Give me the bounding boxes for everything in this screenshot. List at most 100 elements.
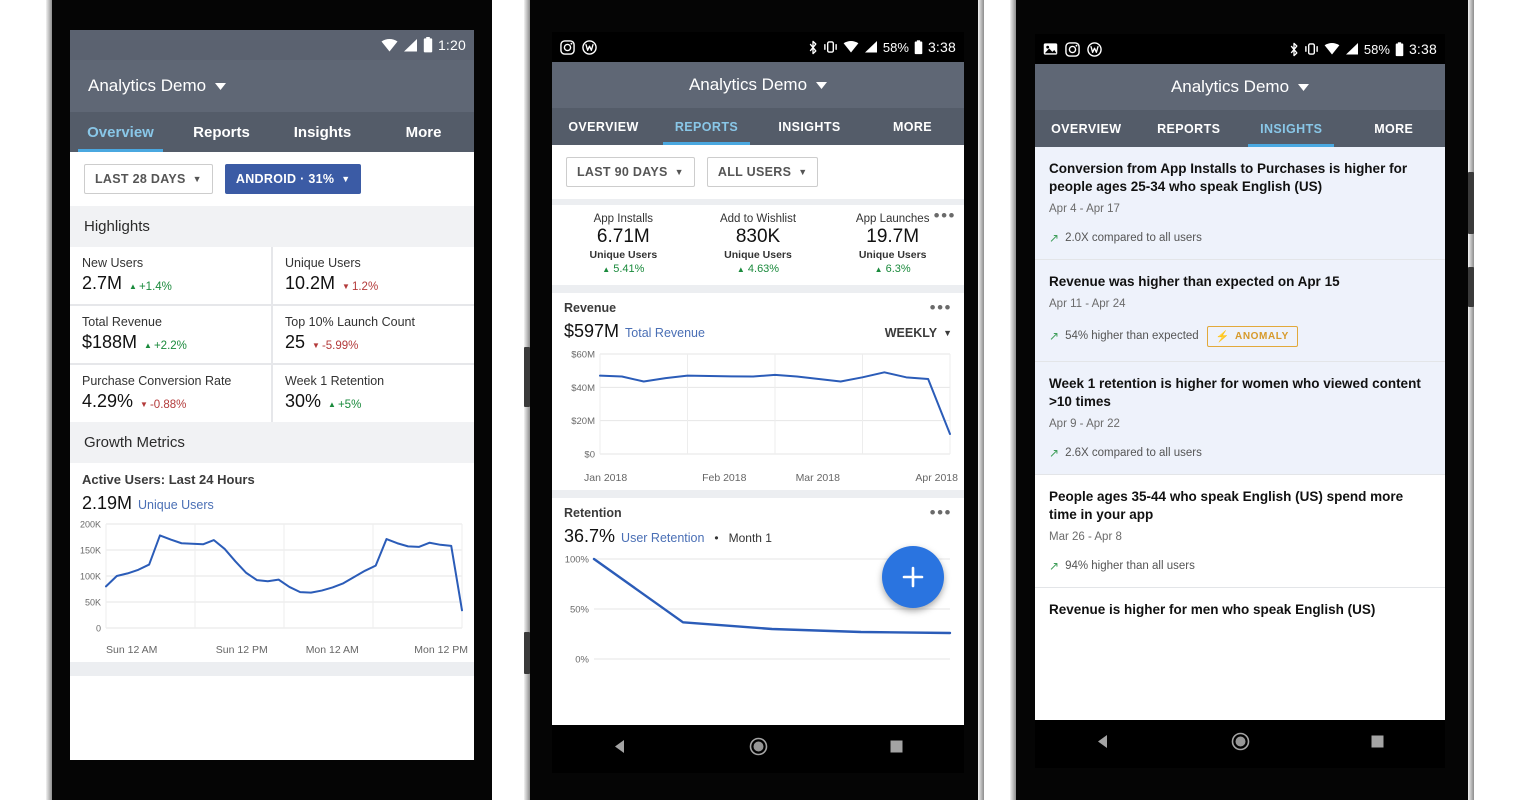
arrow-up-right-icon: ↗ [1049,230,1060,245]
revenue-period-selector[interactable]: WEEKLY ▼ [885,326,952,340]
recents-icon[interactable] [889,739,904,759]
tab-insights[interactable]: Insights [272,112,373,152]
highlight-label: Week 1 Retention [285,374,385,388]
phone3-left-rail [1010,0,1016,800]
active-users-x-axis: Sun 12 AM Sun 12 PM Mon 12 AM Mon 12 PM [70,643,474,662]
retention-overflow-menu[interactable]: ••• [930,504,952,521]
tab-more-label: MORE [1374,121,1414,136]
recents-icon[interactable] [1370,734,1385,754]
highlight-card[interactable]: Unique Users 10.2M ▼ 1.2% [273,247,474,304]
insight-card[interactable]: Conversion from App Installs to Purchase… [1035,147,1445,259]
tab-insights-label: Insights [293,123,352,141]
phone1-bottom-divider [70,662,474,676]
highlight-label: Total Revenue [82,315,162,329]
tab-overview-label: OVERVIEW [568,119,639,134]
highlight-value: $188M [82,332,138,352]
svg-text:$60M: $60M [571,350,595,361]
date-range-filter[interactable]: LAST 90 DAYS ▼ [566,157,695,187]
tab-overview[interactable]: OVERVIEW [1035,110,1138,147]
phone3-app-title: Analytics Demo [1170,77,1290,96]
chevron-down-icon[interactable] [816,76,828,94]
highlight-card[interactable]: New Users 2.7M ▲ +1.4% [70,247,271,304]
highlight-label: New Users [82,256,144,270]
tab-reports[interactable]: REPORTS [1138,110,1241,147]
revenue-value: $597M [564,321,620,341]
volume-button[interactable] [524,347,530,407]
instagram-icon [560,39,575,55]
trend-up-icon: ▲ [736,265,745,274]
tab-overview[interactable]: Overview [70,112,171,152]
x-tick: Sun 12 AM [106,644,158,656]
tab-insights-label: INSIGHTS [1260,121,1323,136]
highlights-grid: New Users 2.7M ▲ +1.4% Unique Users 10.2M… [70,247,474,422]
audience-label: ALL USERS [717,165,792,179]
audience-filter[interactable]: ALL USERS ▼ [706,157,819,187]
trend-up-icon: ▲ [129,282,137,291]
metric-sublabel: Unique Users [589,249,658,261]
phone2-tab-bar: OVERVIEW REPORTS INSIGHTS MORE [552,108,964,145]
platform-filter[interactable]: ANDROID · 31% ▼ [224,164,362,194]
highlight-card[interactable]: Purchase Conversion Rate 4.29% ▼ -0.88% [70,365,271,422]
phone2-app-title: Analytics Demo [688,75,808,94]
revenue-overflow-menu[interactable]: ••• [930,299,952,316]
signal-icon [1345,43,1358,55]
metric-sublabel: Unique Users [724,249,792,261]
home-icon[interactable] [749,737,768,761]
instagram-icon [1065,41,1080,57]
tab-more[interactable]: MORE [1343,110,1446,147]
svg-text:100K: 100K [80,572,101,582]
wifi-icon [1324,43,1340,55]
x-tick: Jan 2018 [584,472,628,484]
arrow-up-right-icon: ↗ [1049,329,1060,344]
insight-title: People ages 35-44 who speak English (US)… [1049,488,1404,522]
tab-insights[interactable]: INSIGHTS [1240,110,1343,147]
back-icon[interactable] [612,738,629,760]
chevron-down-icon[interactable] [1298,78,1310,96]
platform-label: ANDROID · 31% [235,172,335,186]
phone-device-1: 1:20 Analytics Demo Overview Reports Ins… [46,0,492,800]
x-tick: Mon 12 PM [414,644,468,656]
highlight-card[interactable]: Week 1 Retention 30% ▲ +5% [273,365,474,422]
add-button[interactable] [882,546,944,608]
date-range-label: LAST 28 DAYS [95,172,186,186]
tab-reports[interactable]: REPORTS [655,108,758,145]
active-users-title: Active Users: Last 24 Hours [82,472,255,487]
phone1-screen: 1:20 Analytics Demo Overview Reports Ins… [70,30,474,760]
metric-card[interactable]: Add to Wishlist 830K Unique Users ▲ 4.63… [691,213,826,275]
back-icon[interactable] [1095,733,1112,755]
x-tick: Feb 2018 [702,472,747,484]
status-badge: ⚡ ANOMALY [1206,325,1298,347]
tab-more[interactable]: MORE [861,108,964,145]
screenshot-stage: 1:20 Analytics Demo Overview Reports Ins… [0,0,1520,800]
metric-card[interactable]: App Installs 6.71M Unique Users ▲ 5.41% [556,213,691,275]
metric-delta: ▲ 4.63% [736,263,780,275]
revenue-card-title: Revenue [564,301,617,315]
insight-card[interactable]: Revenue is higher for men who speak Engl… [1035,587,1445,641]
chevron-down-icon[interactable] [215,77,227,95]
power-button[interactable] [524,632,530,674]
tab-reports[interactable]: Reports [171,112,272,152]
retention-card-title: Retention [564,506,622,520]
arrow-up-right-icon: ↗ [1049,558,1060,573]
metric-value: 6.71M [596,226,650,247]
power-button[interactable] [1468,267,1474,307]
battery-icon [1395,41,1404,56]
highlight-card[interactable]: Top 10% Launch Count 25 ▼ -5.99% [273,306,474,363]
insight-metric: ↗ 54% higher than expected [1049,329,1199,344]
date-range-filter[interactable]: LAST 28 DAYS ▼ [84,164,213,194]
highlight-card[interactable]: Total Revenue $188M ▲ +2.2% [70,306,271,363]
battery-icon [914,39,923,54]
volume-button[interactable] [1468,172,1474,234]
metrics-overflow-menu[interactable]: ••• [934,207,956,224]
svg-text:$40M: $40M [571,383,595,394]
insight-card[interactable]: Revenue was higher than expected on Apr … [1035,259,1445,361]
insight-card[interactable]: Week 1 retention is higher for women who… [1035,361,1445,474]
home-icon[interactable] [1231,732,1250,756]
tab-more[interactable]: More [373,112,474,152]
tab-reports-label: Reports [193,123,250,141]
phone2-right-rail [978,0,984,800]
insight-date-range: Mar 26 - Apr 8 [1049,530,1122,543]
tab-overview[interactable]: OVERVIEW [552,108,655,145]
insight-card[interactable]: People ages 35-44 who speak English (US)… [1035,474,1445,587]
tab-insights[interactable]: INSIGHTS [758,108,861,145]
